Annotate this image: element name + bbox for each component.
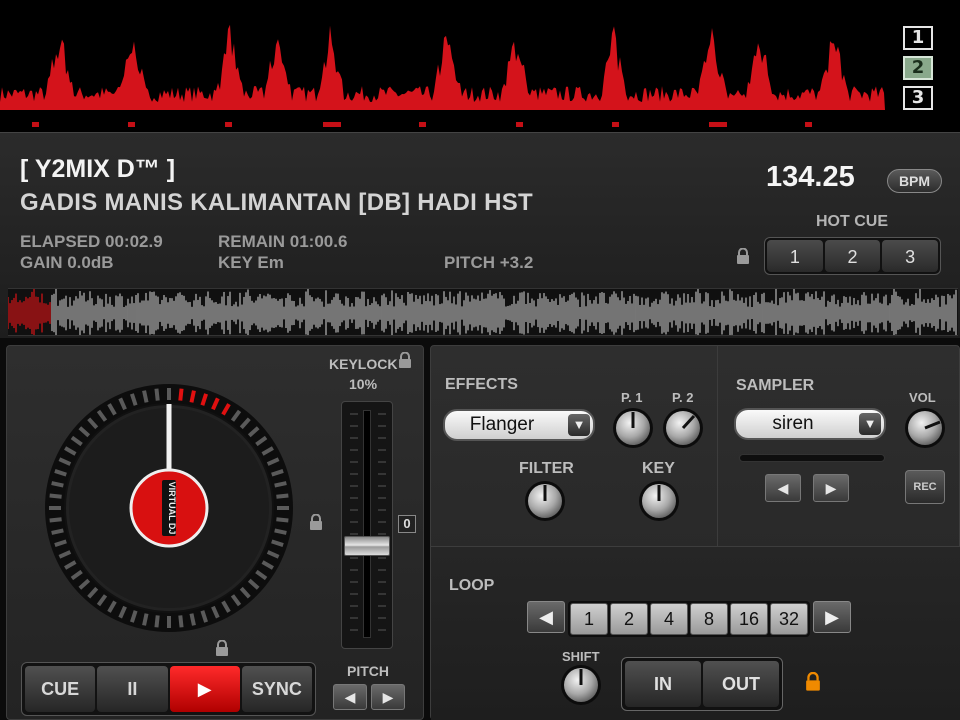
shift-knob[interactable] (559, 663, 603, 707)
loop-size-32-button[interactable]: 32 (770, 603, 808, 635)
deck-select-3[interactable]: 3 (903, 86, 933, 110)
sampler-prev-button[interactable]: ◀ (765, 474, 801, 502)
gain-value: GAIN 0.0dB (20, 253, 114, 272)
pitch-bend-up-button[interactable]: ▶ (371, 684, 405, 710)
pitch-handle[interactable] (344, 536, 390, 557)
track-waveform-graphic (8, 289, 957, 335)
shift-label: SHIFT (562, 649, 600, 664)
elapsed-time: ELAPSED 00:02.9 (20, 232, 163, 251)
platter-lock-icon[interactable] (309, 514, 323, 530)
remain-time: REMAIN 01:00.6 (218, 232, 348, 251)
triangle-down-icon: ▼ (859, 413, 881, 435)
loop-size-group: 1 2 4 8 16 32 (568, 601, 810, 637)
platter-logo: VIRTUAL DJ (167, 482, 177, 535)
effects-label: EFFECTS (445, 376, 518, 393)
hot-cue-1-button[interactable]: 1 (767, 240, 823, 272)
p2-label: P. 2 (672, 390, 694, 405)
p2-knob[interactable] (661, 406, 705, 450)
triangle-down-icon: ▼ (568, 414, 590, 436)
jog-wheel[interactable]: VIRTUAL DJ (43, 382, 295, 634)
sampler-dropdown[interactable]: siren ▼ (734, 408, 886, 440)
hot-cue-group: 1 2 3 (764, 237, 941, 275)
pitch-zero-button[interactable]: 0 (398, 515, 416, 533)
loop-out-button[interactable]: OUT (703, 661, 779, 707)
hot-cue-label: HOT CUE (816, 213, 888, 230)
loop-label: LOOP (449, 577, 495, 594)
hot-cue-2-button[interactable]: 2 (824, 240, 881, 272)
filter-label: FILTER (519, 460, 574, 477)
loop-prev-button[interactable]: ◀ (527, 601, 565, 633)
bpm-value: 134.25 (766, 161, 855, 193)
keylock-lock-icon[interactable] (398, 352, 412, 368)
loop-size-16-button[interactable]: 16 (730, 603, 768, 635)
sampler-selected: siren (772, 413, 814, 434)
overview-waveform[interactable]: 1 2 3 (0, 0, 960, 132)
lock-icon[interactable] (736, 248, 750, 264)
key-value: KEY Em (218, 253, 284, 272)
loop-size-controls: ◀ 1 2 4 8 16 32 ▶ (527, 601, 851, 637)
fx-key-knob[interactable] (637, 479, 681, 523)
track-title: GADIS MANIS KALIMANTAN [DB] HADI HST (20, 189, 533, 216)
sampler-progress-bar (739, 454, 885, 462)
deck-panel: VIRTUAL DJ KEYLOCK 10% 0 CUE II ▶ SYNC P… (6, 345, 424, 720)
deck-select-1[interactable]: 1 (903, 26, 933, 50)
pause-button[interactable]: II (97, 666, 168, 712)
pitch-bend-down-button[interactable]: ◀ (333, 684, 367, 710)
bpm-button[interactable]: BPM (887, 169, 942, 193)
loop-in-button[interactable]: IN (625, 661, 701, 707)
loop-size-1-button[interactable]: 1 (570, 603, 608, 635)
bottom-lock-icon[interactable] (215, 640, 229, 656)
hot-cue-3-button[interactable]: 3 (882, 240, 939, 272)
cue-button[interactable]: CUE (25, 666, 96, 712)
sampler-nav: ◀ ▶ (765, 474, 849, 502)
filter-knob[interactable] (523, 479, 567, 523)
panel-divider (717, 346, 718, 546)
loop-in-out-controls: IN OUT (621, 657, 783, 711)
sampler-next-button[interactable]: ▶ (813, 474, 849, 502)
vol-label: VOL (909, 390, 936, 405)
loop-lock-icon[interactable] (805, 672, 821, 691)
keylock-percent[interactable]: 10% (349, 376, 377, 392)
loop-section: LOOP ◀ 1 2 4 8 16 32 ▶ SHIFT IN OUT (431, 546, 960, 720)
artist-title: [ Y2MIX D™ ] (20, 155, 176, 183)
effects-dropdown[interactable]: Flanger ▼ (443, 409, 595, 441)
play-button[interactable]: ▶ (169, 666, 240, 712)
pitch-bend-label: PITCH (347, 663, 389, 679)
p1-knob[interactable] (611, 406, 655, 450)
track-info-panel: [ Y2MIX D™ ] GADIS MANIS KALIMANTAN [DB]… (0, 132, 960, 338)
effects-sampler-panel: EFFECTS Flanger ▼ P. 1 P. 2 FILTER KEY S… (430, 345, 960, 720)
fx-key-label: KEY (642, 460, 675, 477)
deck-select-2[interactable]: 2 (903, 56, 933, 80)
overview-waveform-graphic (0, 24, 885, 127)
track-waveform[interactable] (8, 288, 958, 336)
sampler-label: SAMPLER (736, 377, 815, 394)
pitch-track (363, 410, 371, 638)
keylock-label: KEYLOCK (329, 356, 398, 372)
effects-selected: Flanger (469, 414, 535, 435)
transport-controls: CUE II ▶ SYNC (21, 662, 316, 716)
sampler-record-button[interactable]: REC (905, 470, 945, 504)
p1-label: P. 1 (621, 390, 643, 405)
loop-size-2-button[interactable]: 2 (610, 603, 648, 635)
loop-size-8-button[interactable]: 8 (690, 603, 728, 635)
loop-next-button[interactable]: ▶ (813, 601, 851, 633)
loop-size-4-button[interactable]: 4 (650, 603, 688, 635)
pitch-slider[interactable] (341, 401, 393, 649)
pitch-value: PITCH +3.2 (444, 253, 534, 272)
sampler-volume-knob[interactable] (903, 406, 947, 450)
sync-button[interactable]: SYNC (241, 666, 312, 712)
pitch-bend-controls: ◀ ▶ (333, 684, 405, 710)
